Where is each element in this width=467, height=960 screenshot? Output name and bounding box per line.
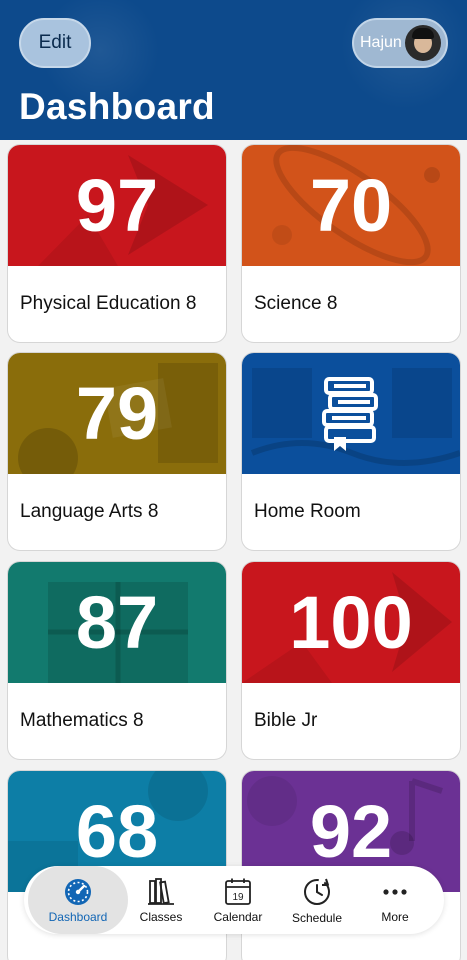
tab-schedule[interactable]: Schedule xyxy=(282,866,352,934)
calendar-day: 19 xyxy=(232,892,244,903)
class-card-home-room[interactable]: Home Room xyxy=(242,353,460,550)
books-icon xyxy=(322,377,378,451)
grade-value: 97 xyxy=(75,164,159,247)
grade-value: 87 xyxy=(75,581,159,664)
more-icon xyxy=(383,888,407,895)
class-card-language-arts[interactable]: 79 Language Arts 8 xyxy=(8,353,226,550)
tab-label: Schedule xyxy=(291,910,343,925)
avatar xyxy=(405,25,441,61)
card-banner: 70 xyxy=(242,145,460,266)
gauge-icon xyxy=(65,878,91,905)
class-card-science[interactable]: 70 Science 8 xyxy=(242,145,460,342)
class-name: Science 8 xyxy=(254,293,338,314)
class-name: Language Arts 8 xyxy=(20,501,159,522)
class-card-mathematics[interactable]: 87 Mathematics 8 xyxy=(8,562,226,759)
grade-value: 79 xyxy=(75,372,159,455)
class-name: Home Room xyxy=(254,501,361,522)
class-name: Mathematics 8 xyxy=(20,710,144,731)
grade-value: 100 xyxy=(289,581,413,664)
tab-classes[interactable]: Classes xyxy=(128,866,194,934)
class-card-bible-jr[interactable]: 100 Bible Jr xyxy=(242,562,460,759)
user-name: Hajun xyxy=(360,34,402,51)
calendar-icon: 19 xyxy=(225,878,251,905)
card-banner: 100 xyxy=(242,562,460,683)
class-card-physical-education[interactable]: 97 Physical Education 8 xyxy=(8,145,226,342)
tab-label: Dashboard xyxy=(48,909,108,924)
card-banner: 79 xyxy=(8,353,226,474)
tab-label: More xyxy=(381,909,409,924)
grade-value: 70 xyxy=(309,164,393,247)
header-bar: Edit Hajun Dashboard xyxy=(0,0,467,140)
class-name: Physical Education 8 xyxy=(20,293,197,314)
class-name: Bible Jr xyxy=(254,710,318,731)
card-banner: 87 xyxy=(8,562,226,683)
tab-dashboard[interactable]: Dashboard xyxy=(28,866,128,934)
books-icon xyxy=(148,877,174,905)
page-title: Dashboard xyxy=(19,86,215,127)
tab-calendar[interactable]: 19 Calendar xyxy=(204,866,272,934)
card-banner: 97 xyxy=(8,145,226,266)
card-banner xyxy=(242,353,460,474)
bottom-tab-bar: Dashboard Classes 19 Calendar Schedule M… xyxy=(24,866,444,934)
tab-label: Classes xyxy=(139,909,183,924)
user-profile-button[interactable]: Hajun xyxy=(352,18,448,68)
tab-label: Calendar xyxy=(213,909,263,924)
tab-more[interactable]: More xyxy=(364,866,426,934)
edit-button[interactable]: Edit xyxy=(19,18,91,68)
clock-icon xyxy=(304,878,330,905)
